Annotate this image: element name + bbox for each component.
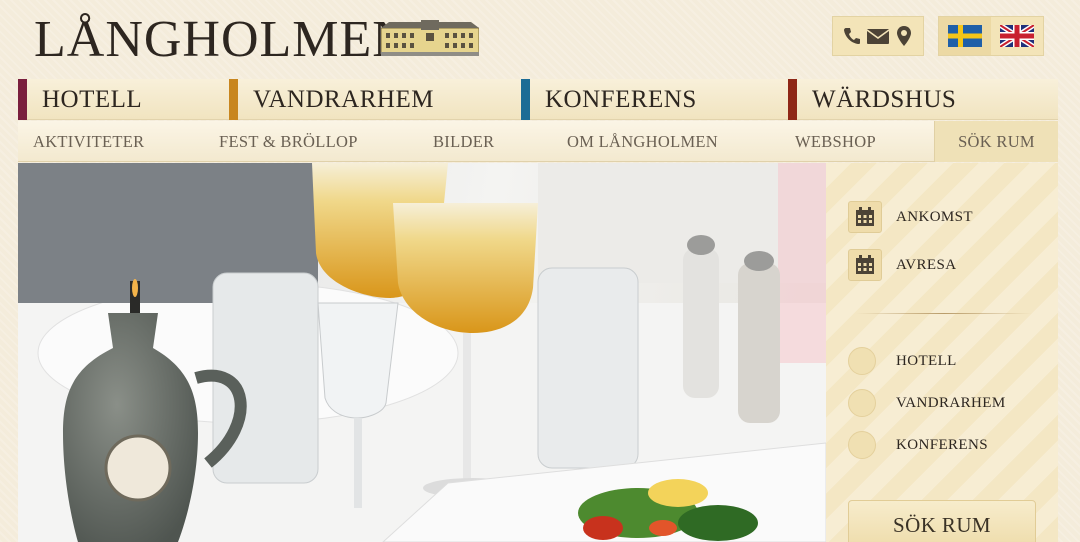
- nav-color-bar: [521, 79, 530, 120]
- arrival-label: ANKOMST: [896, 208, 973, 225]
- radio-button[interactable]: [848, 347, 876, 375]
- main-nav-label: KONFERENS: [545, 85, 697, 113]
- nav-color-bar: [18, 79, 27, 120]
- sub-nav-om-langholmen[interactable]: OM LÅNGHOLMEN: [567, 121, 718, 162]
- calendar-icon[interactable]: [848, 249, 882, 281]
- radio-button[interactable]: [848, 431, 876, 459]
- logo[interactable]: LÅNGHOLMEN: [34, 10, 411, 70]
- departure-date-field[interactable]: AVRESA: [848, 249, 956, 281]
- option-label: KONFERENS: [896, 436, 988, 453]
- envelope-icon[interactable]: [866, 24, 890, 48]
- option-label: HOTELL: [896, 352, 957, 369]
- language-sv[interactable]: [939, 17, 991, 55]
- main-nav-hotell[interactable]: HOTELL: [18, 79, 229, 120]
- option-hotell[interactable]: HOTELL: [848, 347, 957, 375]
- option-konferens[interactable]: KONFERENS: [848, 431, 988, 459]
- main-nav-konferens[interactable]: KONFERENS: [521, 79, 788, 120]
- search-rooms-button[interactable]: SÖK RUM: [848, 500, 1036, 542]
- sub-nav-aktiviteter[interactable]: AKTIVITETER: [33, 121, 144, 162]
- sub-nav-webshop[interactable]: WEBSHOP: [795, 121, 876, 162]
- divider: [856, 313, 1032, 314]
- language-selector: [938, 16, 1044, 56]
- sub-nav-sok-rum[interactable]: SÖK RUM: [934, 121, 1058, 162]
- calendar-icon[interactable]: [848, 201, 882, 233]
- swedish-flag-icon: [948, 25, 982, 47]
- main-nav-label: WÄRDSHUS: [812, 85, 957, 113]
- phone-icon[interactable]: [840, 24, 864, 48]
- option-label: VANDRARHEM: [896, 394, 1006, 411]
- sub-nav-bilder[interactable]: BILDER: [433, 121, 494, 162]
- arrival-date-field[interactable]: ANKOMST: [848, 201, 973, 233]
- hero-image: [18, 163, 826, 542]
- radio-button[interactable]: [848, 389, 876, 417]
- contact-icons: [832, 16, 924, 56]
- main-nav-label: HOTELL: [42, 85, 143, 113]
- language-en[interactable]: [991, 17, 1043, 55]
- departure-label: AVRESA: [896, 256, 957, 273]
- nav-color-bar: [788, 79, 797, 120]
- sub-nav-fest-brollop[interactable]: FEST & BRÖLLOP: [219, 121, 358, 162]
- sub-nav: AKTIVITETER FEST & BRÖLLOP BILDER OM LÅN…: [18, 121, 1058, 162]
- nav-color-bar: [229, 79, 238, 120]
- main-nav-vandrarhem[interactable]: VANDRARHEM: [229, 79, 521, 120]
- uk-flag-icon: [1000, 25, 1034, 47]
- option-vandrarhem[interactable]: VANDRARHEM: [848, 389, 1006, 417]
- map-pin-icon[interactable]: [892, 24, 916, 48]
- restaurant-table-photo: [18, 163, 826, 542]
- main-nav-wardshus[interactable]: WÄRDSHUS: [788, 79, 1058, 120]
- castle-illustration: [381, 20, 479, 56]
- main-nav-label: VANDRARHEM: [253, 85, 434, 113]
- main-nav: HOTELL VANDRARHEM KONFERENS WÄRDSHUS: [18, 79, 1058, 120]
- booking-panel: ANKOMST AVRESA HOTELL VANDRARHEM KONFERE…: [826, 163, 1058, 542]
